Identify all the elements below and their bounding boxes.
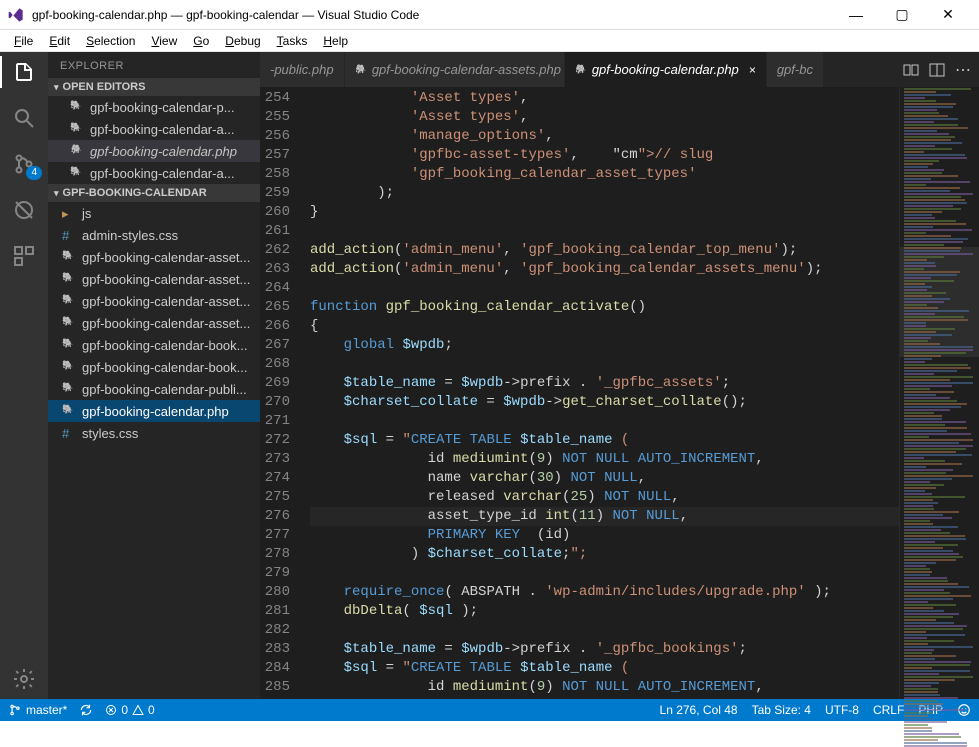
php-file-icon: 🐘	[62, 250, 76, 264]
more-icon[interactable]: ⋯	[955, 60, 971, 80]
open-editors-label: OPEN EDITORS	[63, 81, 146, 93]
php-file-icon: 🐘	[62, 338, 76, 352]
php-file-icon: 🐘	[62, 404, 76, 418]
error-count: 0	[121, 703, 128, 717]
file-item[interactable]: 🐘gpf-booking-calendar-asset...	[48, 312, 260, 334]
editor-tab[interactable]: 🐘gpf-booking-calendar-assets.php	[345, 52, 565, 87]
open-editor-item[interactable]: 🐘gpf-booking-calendar.php	[48, 140, 260, 162]
close-icon[interactable]: ×	[749, 63, 756, 77]
php-file-icon: 🐘	[62, 316, 76, 330]
editor[interactable]: 2542552562572582592602612622632642652662…	[260, 87, 979, 699]
status-encoding[interactable]: UTF-8	[825, 703, 859, 717]
folder-tree: ▸js#admin-styles.css🐘gpf-booking-calenda…	[48, 202, 260, 444]
php-file-icon: 🐘	[62, 272, 76, 286]
php-file-icon: 🐘	[62, 294, 76, 308]
sidebar: EXPLORER ▾ OPEN EDITORS 🐘gpf-booking-cal…	[48, 52, 260, 699]
editor-tab[interactable]: -public.php	[260, 52, 345, 87]
menu-go[interactable]: Go	[185, 32, 217, 50]
editor-minimap[interactable]	[899, 87, 979, 699]
section-open-editors[interactable]: ▾ OPEN EDITORS	[48, 78, 260, 96]
status-cursor[interactable]: Ln 276, Col 48	[660, 703, 738, 717]
status-problems[interactable]: 0 0	[105, 703, 154, 717]
editor-tab[interactable]: gpf-bc	[767, 52, 824, 87]
window-titlebar: gpf-booking-calendar.php — gpf-booking-c…	[0, 0, 979, 30]
menu-file[interactable]: File	[6, 32, 41, 50]
activity-debug-icon[interactable]	[12, 198, 36, 222]
file-item[interactable]: 🐘gpf-booking-calendar-asset...	[48, 268, 260, 290]
status-spaces[interactable]: Tab Size: 4	[752, 703, 811, 717]
folder-item[interactable]: ▸js	[48, 202, 260, 224]
section-folder[interactable]: ▾ GPF-BOOKING-CALENDAR	[48, 184, 260, 202]
compare-icon[interactable]	[903, 62, 919, 78]
editor-group: -public.php🐘gpf-booking-calendar-assets.…	[260, 52, 979, 699]
status-sync[interactable]	[79, 703, 93, 717]
chevron-down-icon: ▾	[54, 188, 59, 199]
menubar: FileEditSelectionViewGoDebugTasksHelp	[0, 30, 979, 52]
editor-tab[interactable]: 🐘gpf-booking-calendar.php×	[565, 52, 767, 87]
status-bar: master* 0 0 Ln 276, Col 48 Tab Size: 4 U…	[0, 699, 979, 721]
file-item[interactable]: 🐘gpf-booking-calendar-book...	[48, 356, 260, 378]
branch-name: master*	[26, 703, 67, 717]
open-editors-tree: 🐘gpf-booking-calendar-p...🐘gpf-booking-c…	[48, 96, 260, 184]
php-file-icon: 🐘	[62, 382, 76, 396]
menu-edit[interactable]: Edit	[41, 32, 78, 50]
file-item[interactable]: 🐘gpf-booking-calendar.php	[48, 400, 260, 422]
php-file-icon: 🐘	[70, 144, 84, 158]
scm-badge: 4	[26, 166, 42, 180]
window-minimize-button[interactable]: —	[833, 0, 879, 30]
activity-scm-icon[interactable]: 4	[12, 152, 36, 176]
folder-label: GPF-BOOKING-CALENDAR	[63, 187, 207, 199]
php-file-icon: 🐘	[575, 64, 586, 75]
php-file-icon: 🐘	[70, 166, 84, 180]
activity-bar: 4	[0, 52, 48, 699]
php-file-icon: 🐘	[70, 122, 84, 136]
window-maximize-button[interactable]: ▢	[879, 0, 925, 30]
menu-view[interactable]: View	[143, 32, 185, 50]
activity-extensions-icon[interactable]	[12, 244, 36, 268]
sidebar-title: EXPLORER	[48, 52, 260, 78]
css-file-icon: #	[62, 228, 76, 242]
php-file-icon: 🐘	[355, 64, 366, 75]
folder-icon: ▸	[62, 206, 76, 220]
activity-settings-icon[interactable]	[12, 667, 36, 691]
open-editor-item[interactable]: 🐘gpf-booking-calendar-p...	[48, 96, 260, 118]
menu-tasks[interactable]: Tasks	[269, 32, 316, 50]
chevron-down-icon: ▾	[54, 82, 59, 93]
activity-explorer-icon[interactable]	[12, 60, 36, 84]
window-title: gpf-booking-calendar.php — gpf-booking-c…	[32, 8, 833, 22]
status-branch[interactable]: master*	[8, 703, 67, 717]
php-file-icon: 🐘	[62, 360, 76, 374]
activity-search-icon[interactable]	[12, 106, 36, 130]
split-editor-icon[interactable]	[929, 62, 945, 78]
warning-count: 0	[148, 703, 155, 717]
file-item[interactable]: 🐘gpf-booking-calendar-asset...	[48, 290, 260, 312]
editor-tabbar: -public.php🐘gpf-booking-calendar-assets.…	[260, 52, 979, 87]
file-item[interactable]: #admin-styles.css	[48, 224, 260, 246]
open-editor-item[interactable]: 🐘gpf-booking-calendar-a...	[48, 162, 260, 184]
file-item[interactable]: #styles.css	[48, 422, 260, 444]
menu-selection[interactable]: Selection	[78, 32, 143, 50]
css-file-icon: #	[62, 426, 76, 440]
editor-code[interactable]: 'Asset types', 'Asset types', 'manage_op…	[302, 87, 899, 699]
workbench: 4 EXPLORER ▾ OPEN EDITORS 🐘gpf-booking-c…	[0, 52, 979, 699]
open-editor-item[interactable]: 🐘gpf-booking-calendar-a...	[48, 118, 260, 140]
editor-gutter: 2542552562572582592602612622632642652662…	[260, 87, 302, 699]
vscode-logo-icon	[8, 7, 24, 23]
window-controls: — ▢ ✕	[833, 0, 971, 30]
status-eol[interactable]: CRLF	[873, 703, 904, 717]
file-item[interactable]: 🐘gpf-booking-calendar-book...	[48, 334, 260, 356]
menu-debug[interactable]: Debug	[217, 32, 268, 50]
php-file-icon: 🐘	[70, 100, 84, 114]
menu-help[interactable]: Help	[315, 32, 356, 50]
window-close-button[interactable]: ✕	[925, 0, 971, 30]
file-item[interactable]: 🐘gpf-booking-calendar-publi...	[48, 378, 260, 400]
file-item[interactable]: 🐘gpf-booking-calendar-asset...	[48, 246, 260, 268]
